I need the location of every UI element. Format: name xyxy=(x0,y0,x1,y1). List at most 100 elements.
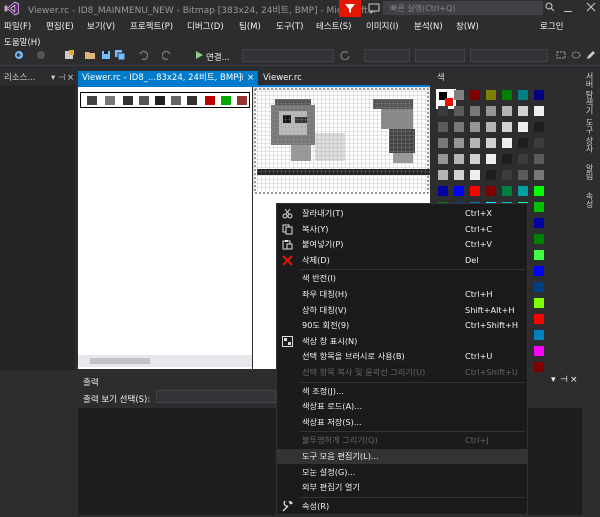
color-swatch[interactable] xyxy=(534,362,544,372)
preview-scrollbar[interactable] xyxy=(78,355,252,367)
color-swatch[interactable] xyxy=(486,186,496,196)
redo-icon[interactable] xyxy=(161,50,172,61)
select-rect-icon[interactable] xyxy=(556,50,566,60)
context-menu-item[interactable]: 잘라내기(T) Ctrl+X xyxy=(277,206,527,221)
color-swatch[interactable] xyxy=(438,138,448,148)
color-swatch[interactable] xyxy=(502,90,512,100)
menu-file[interactable]: 파일(F) xyxy=(4,20,31,32)
color-swatch[interactable] xyxy=(534,346,544,356)
menu-test[interactable]: 테스트(S) xyxy=(316,20,352,32)
color-swatch[interactable] xyxy=(454,186,464,196)
startup-combo[interactable] xyxy=(415,49,465,62)
menu-project[interactable]: 프로젝트(P) xyxy=(130,20,173,32)
undo-icon[interactable] xyxy=(138,50,149,61)
color-swatch[interactable] xyxy=(438,186,448,196)
color-swatch[interactable] xyxy=(534,314,544,324)
color-swatch[interactable] xyxy=(470,170,480,180)
color-swatch[interactable] xyxy=(534,330,544,340)
tab-bitmap-editor[interactable]: Viewer.rc - ID8_...83x24, 24비트, BMP] ⊣ × xyxy=(78,71,258,85)
find-combo[interactable] xyxy=(470,49,548,62)
feedback-icon[interactable] xyxy=(368,2,380,15)
pin-icon[interactable]: ⊣ xyxy=(58,71,65,85)
new-project-icon[interactable] xyxy=(64,50,74,60)
color-swatch[interactable] xyxy=(470,90,480,100)
search-icon[interactable] xyxy=(545,2,555,12)
close-icon[interactable]: × xyxy=(570,375,578,385)
minimize-button[interactable] xyxy=(564,3,572,12)
color-swatch[interactable] xyxy=(454,154,464,164)
color-swatch[interactable] xyxy=(534,298,544,308)
color-swatch[interactable] xyxy=(486,154,496,164)
context-menu-item[interactable]: 상하 대칭(V) Shift+Alt+H xyxy=(277,303,527,318)
menu-view[interactable]: 보기(V) xyxy=(87,20,115,32)
menu-team[interactable]: 팀(M) xyxy=(239,20,261,32)
color-swatch[interactable] xyxy=(518,186,528,196)
back-icon[interactable] xyxy=(14,50,24,60)
color-swatch[interactable] xyxy=(534,202,544,212)
dropdown-icon[interactable]: ▾ xyxy=(551,375,556,385)
color-swatch[interactable] xyxy=(486,138,496,148)
color-swatch[interactable] xyxy=(502,170,512,180)
color-swatch[interactable] xyxy=(438,170,448,180)
context-menu-item[interactable]: 좌우 대칭(H) Ctrl+H xyxy=(277,287,527,302)
login-link[interactable]: 로그인 xyxy=(540,20,563,32)
color-swatch[interactable] xyxy=(518,106,528,116)
save-icon[interactable] xyxy=(101,50,111,60)
menu-window[interactable]: 창(W) xyxy=(456,20,479,32)
side-tab-server-explorer[interactable]: 서버 탐색기 xyxy=(583,72,595,116)
color-swatch[interactable] xyxy=(534,138,544,148)
color-swatch[interactable] xyxy=(470,122,480,132)
color-swatch[interactable] xyxy=(502,186,512,196)
tab-viewer-rc[interactable]: Viewer.rc xyxy=(259,71,429,85)
color-swatch[interactable] xyxy=(534,122,544,132)
color-swatch[interactable] xyxy=(534,170,544,180)
pin-icon[interactable]: ⊣ xyxy=(560,375,568,385)
color-swatch[interactable] xyxy=(486,106,496,116)
color-swatch[interactable] xyxy=(454,122,464,132)
context-menu-item[interactable]: 색 조정(J)... xyxy=(277,384,527,399)
color-swatch[interactable] xyxy=(518,138,528,148)
color-swatch[interactable] xyxy=(502,106,512,116)
color-swatch[interactable] xyxy=(518,154,528,164)
color-swatch[interactable] xyxy=(438,106,448,116)
resource-view-header[interactable]: 리소스... ▾ ⊣ × xyxy=(0,71,75,85)
context-menu-item[interactable]: 색상표 저장(S)... xyxy=(277,415,527,430)
color-swatch[interactable] xyxy=(454,106,464,116)
side-tab-notifications[interactable]: 알림 xyxy=(583,164,595,188)
color-swatch[interactable] xyxy=(518,90,528,100)
scrollbar-thumb[interactable] xyxy=(90,358,150,364)
color-swatch[interactable] xyxy=(534,106,544,116)
color-swatch[interactable] xyxy=(486,90,496,100)
color-swatch[interactable] xyxy=(534,282,544,292)
colors-panel-header[interactable]: 색 xyxy=(433,71,581,85)
context-menu-item[interactable]: 붙여넣기(P) Ctrl+V xyxy=(277,237,527,252)
dropdown-icon[interactable]: ▾ xyxy=(51,71,55,85)
color-swatch[interactable] xyxy=(470,186,480,196)
color-swatch[interactable] xyxy=(534,90,544,100)
context-menu-item[interactable]: 선택 항목을 브러시로 사용(B) Ctrl+U xyxy=(277,349,527,364)
bitmap-preview-pane[interactable] xyxy=(78,87,252,369)
color-swatch[interactable] xyxy=(454,138,464,148)
color-swatch[interactable] xyxy=(502,138,512,148)
color-swatch[interactable] xyxy=(486,122,496,132)
color-swatch[interactable] xyxy=(534,218,544,228)
menu-debug[interactable]: 디버그(D) xyxy=(187,20,224,32)
color-swatch[interactable] xyxy=(534,154,544,164)
attach-button[interactable]: 연결... xyxy=(206,51,230,63)
color-swatch[interactable] xyxy=(534,186,544,196)
color-swatch[interactable] xyxy=(502,122,512,132)
context-menu-item[interactable]: 복사(Y) Ctrl+C xyxy=(277,222,527,237)
menu-image[interactable]: 이미지(I) xyxy=(366,20,399,32)
context-menu-item[interactable]: 색 반전(I) xyxy=(277,271,527,286)
select-irregular-icon[interactable] xyxy=(571,50,581,60)
menu-edit[interactable]: 편집(E) xyxy=(46,20,74,32)
start-debug-icon[interactable] xyxy=(194,50,204,60)
context-menu-item[interactable]: 외부 편집기 열기 xyxy=(277,480,527,495)
color-swatch[interactable] xyxy=(438,122,448,132)
menu-tools[interactable]: 도구(T) xyxy=(276,20,303,32)
color-swatch[interactable] xyxy=(534,234,544,244)
context-menu-item[interactable]: 도구 모음 편집기(L)... xyxy=(277,449,527,464)
close-button[interactable] xyxy=(586,2,596,12)
forward-icon[interactable] xyxy=(36,50,46,60)
menu-analyze[interactable]: 분석(N) xyxy=(414,20,443,32)
